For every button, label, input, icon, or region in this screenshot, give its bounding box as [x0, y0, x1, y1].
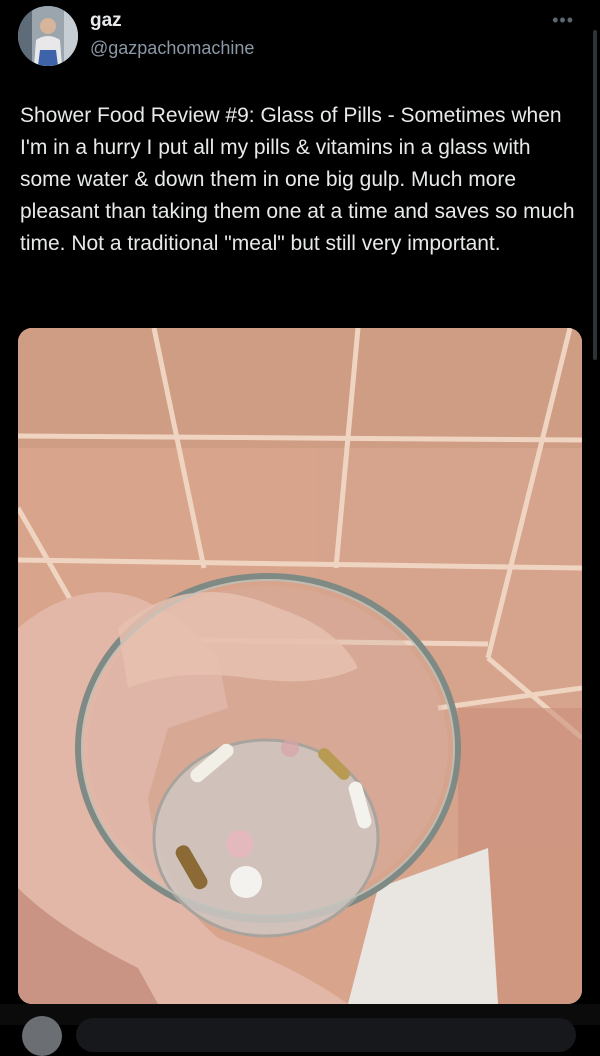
user-avatar[interactable] [18, 6, 78, 66]
tweet-text: Shower Food Review #9: Glass of Pills - … [20, 104, 581, 255]
reply-avatar [22, 1016, 62, 1056]
scrollbar[interactable] [593, 30, 597, 360]
more-options-icon[interactable]: ••• [552, 10, 574, 31]
reply-input[interactable] [76, 1018, 576, 1052]
profile-photo-icon [18, 6, 78, 66]
user-handle[interactable]: @gazpachomachine [90, 38, 254, 59]
display-name[interactable]: gaz [90, 10, 122, 32]
glass-of-pills-photo [18, 328, 582, 1004]
tweet-photo[interactable] [18, 328, 582, 1004]
tweet: gaz @gazpachomachine ••• Shower Food Rev… [0, 0, 600, 1056]
